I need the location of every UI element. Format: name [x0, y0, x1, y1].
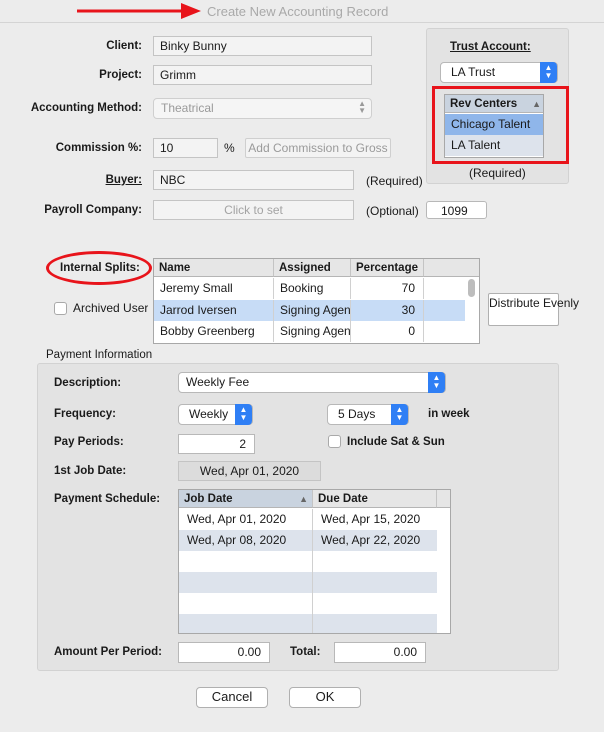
column-header-job-date[interactable]: Job Date ▲: [179, 490, 313, 508]
table-row[interactable]: Jarrod Iversen Signing Agent 30: [154, 300, 465, 321]
description-select[interactable]: Weekly Fee ▲ ▼: [178, 372, 446, 393]
due-date-cell: Wed, Apr 22, 2020: [321, 533, 421, 547]
total-field[interactable]: 0.00: [334, 642, 426, 663]
trust-account-label: Trust Account:: [450, 41, 531, 53]
amount-per-period-field[interactable]: 0.00: [178, 642, 270, 663]
pay-periods-field[interactable]: 2: [178, 434, 255, 454]
amount-per-period-label: Amount Per Period:: [54, 646, 162, 658]
table-row-empty: [179, 593, 437, 614]
trust-account-select[interactable]: LA Trust ▲ ▼: [440, 62, 558, 83]
include-sat-sun-label: Include Sat & Sun: [347, 436, 445, 448]
table-row[interactable]: Wed, Apr 01, 2020 Wed, Apr 15, 2020: [179, 509, 437, 530]
split-assigned: Signing Agent: [274, 300, 351, 321]
payroll-label: Payroll Company:: [44, 204, 142, 216]
days-select[interactable]: 5 Days ▲ ▼: [327, 404, 409, 425]
distribute-evenly-label: Distribute Evenly: [489, 296, 580, 310]
job-date-header-label: Job Date: [184, 493, 233, 505]
window-title: Create New Accounting Record: [207, 4, 389, 19]
add-commission-button[interactable]: Add Commission to Gross: [245, 138, 391, 158]
chevron-updown-icon: ▲ ▼: [540, 62, 557, 83]
payment-schedule-label: Payment Schedule:: [54, 493, 161, 505]
split-assigned: Signing Agent: [274, 321, 351, 342]
table-row[interactable]: Bobby Greenberg Signing Agent 0: [154, 321, 465, 342]
split-name: Jeremy Small: [154, 278, 274, 299]
buyer-field[interactable]: NBC: [153, 170, 354, 190]
commission-field[interactable]: 10: [153, 138, 218, 158]
table-row-empty: [179, 551, 437, 572]
split-assigned: Booking: [274, 278, 351, 299]
internal-splits-table: Name Assigned Percentage Jeremy Small Bo…: [153, 258, 480, 344]
pay-periods-label: Pay Periods:: [54, 436, 124, 448]
buyer-label[interactable]: Buyer:: [106, 174, 142, 186]
split-percentage: 0: [351, 321, 424, 342]
column-header-spacer: [437, 490, 450, 508]
table-row[interactable]: Jeremy Small Booking 70: [154, 278, 465, 299]
sort-ascending-icon: ▲: [299, 494, 308, 504]
chevron-updown-icon: ▲ ▼: [391, 404, 408, 425]
ok-button[interactable]: OK: [289, 687, 361, 708]
job-date-cell: Wed, Apr 01, 2020: [179, 509, 313, 530]
splits-scrollbar[interactable]: [468, 279, 475, 297]
payroll-optional-note: (Optional): [366, 204, 419, 218]
days-value: 5 Days: [338, 407, 376, 421]
table-row[interactable]: Wed, Apr 08, 2020 Wed, Apr 22, 2020: [179, 530, 437, 551]
first-job-date-field[interactable]: Wed, Apr 01, 2020: [178, 461, 321, 481]
empty-cell: [179, 614, 313, 633]
table-row-empty: [179, 614, 437, 633]
client-label: Client:: [106, 40, 142, 52]
archived-users-checkbox[interactable]: [54, 302, 67, 315]
column-header-spacer: [424, 259, 479, 277]
empty-cell: [179, 572, 313, 593]
column-header-due-date[interactable]: Due Date: [313, 490, 437, 508]
trust-account-value: LA Trust: [451, 65, 496, 79]
chevron-updown-icon: ▲ ▼: [358, 99, 366, 115]
split-percentage: 30: [351, 300, 424, 321]
project-label: Project:: [99, 69, 142, 81]
split-name: Bobby Greenberg: [154, 321, 274, 342]
internal-splits-label: Internal Splits:: [60, 262, 140, 274]
distribute-evenly-button[interactable]: Distribute Evenly: [488, 293, 579, 326]
payment-schedule-table: Job Date ▲ Due Date Wed, Apr 01, 2020 We…: [178, 489, 451, 634]
archived-users-label: Archived Users: [73, 301, 148, 315]
payroll-field[interactable]: Click to set: [153, 200, 354, 220]
accounting-method-select[interactable]: Theatrical ▲ ▼: [153, 98, 372, 119]
client-field[interactable]: Binky Bunny: [153, 36, 372, 56]
tax-form-field[interactable]: 1099: [426, 201, 487, 219]
empty-cell: [179, 593, 313, 614]
due-date-cell: Wed, Apr 15, 2020: [321, 512, 421, 526]
split-name: Jarrod Iversen: [154, 300, 274, 321]
cancel-button[interactable]: Cancel: [196, 687, 268, 708]
chevron-updown-icon: ▲ ▼: [235, 404, 252, 425]
payment-section-label: Payment Information: [46, 349, 153, 361]
commission-label: Commission %:: [55, 142, 142, 154]
project-field[interactable]: Grimm: [153, 65, 372, 85]
frequency-select[interactable]: Weekly ▲ ▼: [178, 404, 253, 425]
chevron-updown-icon: ▲ ▼: [428, 372, 445, 393]
description-value: Weekly Fee: [186, 375, 250, 389]
percent-sign: %: [224, 141, 235, 155]
column-header-name[interactable]: Name: [154, 259, 274, 277]
include-sat-sun-checkbox[interactable]: [328, 435, 341, 448]
job-date-cell: Wed, Apr 08, 2020: [179, 530, 313, 551]
accounting-method-label: Accounting Method:: [30, 102, 142, 114]
description-label: Description:: [54, 377, 122, 389]
first-job-date-label: 1st Job Date:: [54, 465, 127, 477]
column-header-percentage[interactable]: Percentage: [351, 259, 424, 277]
frequency-value: Weekly: [189, 407, 229, 421]
rev-centers-highlight-box: [432, 86, 569, 164]
table-row-empty: [179, 572, 437, 593]
column-header-assigned[interactable]: Assigned: [274, 259, 351, 277]
total-label: Total:: [290, 646, 321, 658]
split-percentage: 70: [351, 278, 424, 299]
frequency-label: Frequency:: [54, 408, 116, 420]
title-divider: [0, 22, 604, 23]
accounting-method-value: Theatrical: [161, 101, 214, 115]
empty-cell: [179, 551, 313, 572]
trust-required-note: (Required): [469, 166, 526, 180]
in-week-label: in week: [428, 408, 470, 420]
buyer-required-note: (Required): [366, 174, 423, 188]
annotation-arrow: [77, 3, 201, 19]
